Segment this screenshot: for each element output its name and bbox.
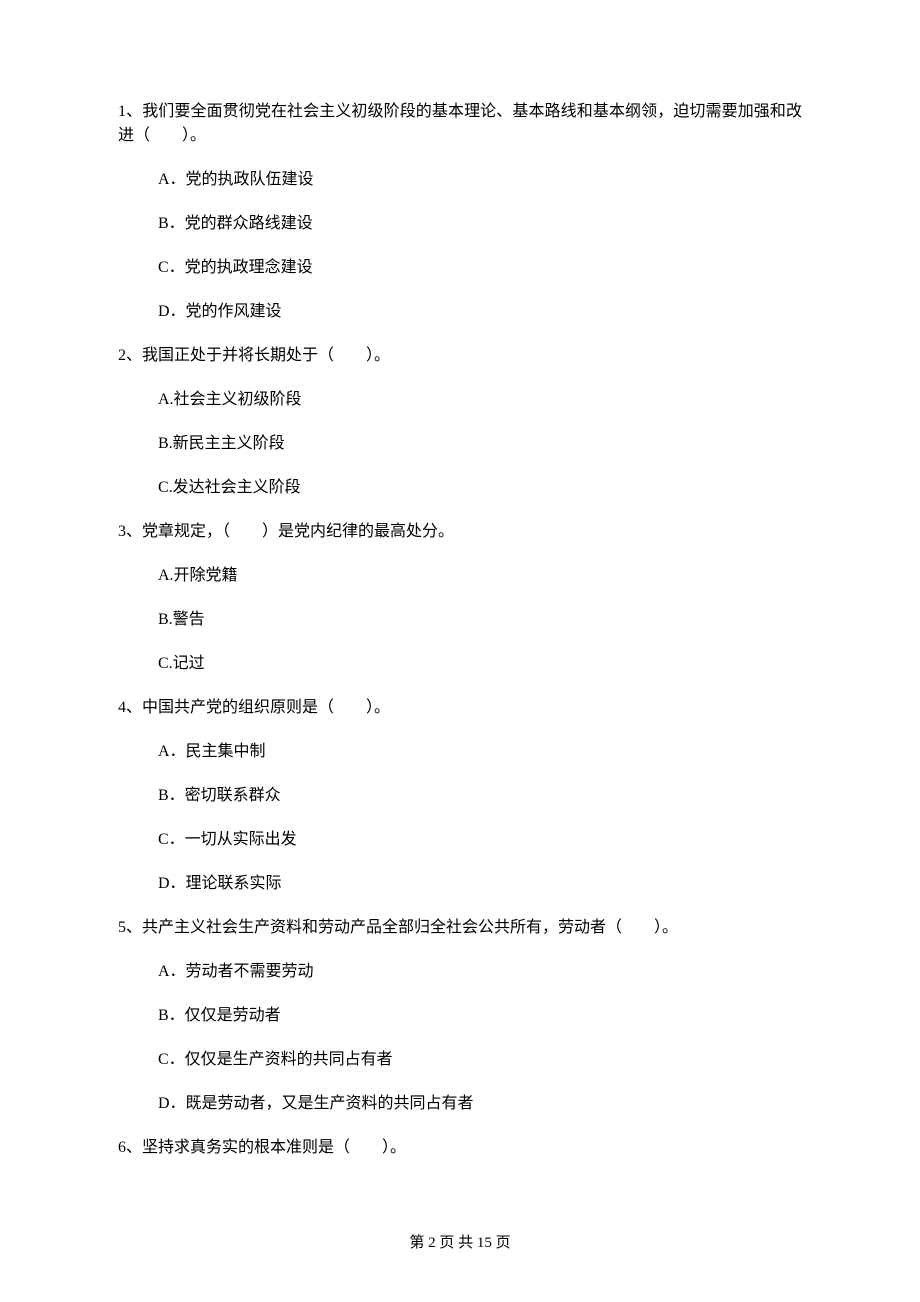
option-b: B.新民主主义阶段 bbox=[158, 432, 802, 456]
option-a: A.社会主义初级阶段 bbox=[158, 388, 802, 412]
option-d: D．党的作风建设 bbox=[158, 300, 802, 324]
option-c: C．党的执政理念建设 bbox=[158, 256, 802, 280]
question-stem: 5、共产主义社会生产资料和劳动产品全部归全社会公共所有，劳动者（ ）。 bbox=[118, 916, 802, 940]
question-stem: 4、中国共产党的组织原则是（ ）。 bbox=[118, 696, 802, 720]
question-2: 2、我国正处于并将长期处于（ ）。 A.社会主义初级阶段 B.新民主主义阶段 C… bbox=[118, 344, 802, 500]
option-c: C.记过 bbox=[158, 652, 802, 676]
option-b: B.警告 bbox=[158, 608, 802, 632]
option-d: D．理论联系实际 bbox=[158, 872, 802, 896]
option-b: B．党的群众路线建设 bbox=[158, 212, 802, 236]
page-footer: 第 2 页 共 15 页 bbox=[0, 1232, 920, 1255]
option-b: B．密切联系群众 bbox=[158, 784, 802, 808]
page-content: 1、我们要全面贯彻党在社会主义初级阶段的基本理论、基本路线和基本纲领，迫切需要加… bbox=[0, 0, 920, 1160]
option-b: B．仅仅是劳动者 bbox=[158, 1004, 802, 1028]
option-a: A．劳动者不需要劳动 bbox=[158, 960, 802, 984]
option-d: D．既是劳动者，又是生产资料的共同占有者 bbox=[158, 1092, 802, 1116]
option-c: C．一切从实际出发 bbox=[158, 828, 802, 852]
option-a: A.开除党籍 bbox=[158, 564, 802, 588]
question-stem: 1、我们要全面贯彻党在社会主义初级阶段的基本理论、基本路线和基本纲领，迫切需要加… bbox=[118, 100, 802, 148]
question-3: 3、党章规定，（ ）是党内纪律的最高处分。 A.开除党籍 B.警告 C.记过 bbox=[118, 520, 802, 676]
option-a: A．民主集中制 bbox=[158, 740, 802, 764]
question-5: 5、共产主义社会生产资料和劳动产品全部归全社会公共所有，劳动者（ ）。 A．劳动… bbox=[118, 916, 802, 1116]
question-6: 6、坚持求真务实的根本准则是（ ）。 bbox=[118, 1136, 802, 1160]
question-4: 4、中国共产党的组织原则是（ ）。 A．民主集中制 B．密切联系群众 C．一切从… bbox=[118, 696, 802, 896]
question-stem: 3、党章规定，（ ）是党内纪律的最高处分。 bbox=[118, 520, 802, 544]
question-stem: 2、我国正处于并将长期处于（ ）。 bbox=[118, 344, 802, 368]
question-stem: 6、坚持求真务实的根本准则是（ ）。 bbox=[118, 1136, 802, 1160]
question-1: 1、我们要全面贯彻党在社会主义初级阶段的基本理论、基本路线和基本纲领，迫切需要加… bbox=[118, 100, 802, 324]
option-c: C.发达社会主义阶段 bbox=[158, 476, 802, 500]
option-a: A．党的执政队伍建设 bbox=[158, 168, 802, 192]
option-c: C．仅仅是生产资料的共同占有者 bbox=[158, 1048, 802, 1072]
